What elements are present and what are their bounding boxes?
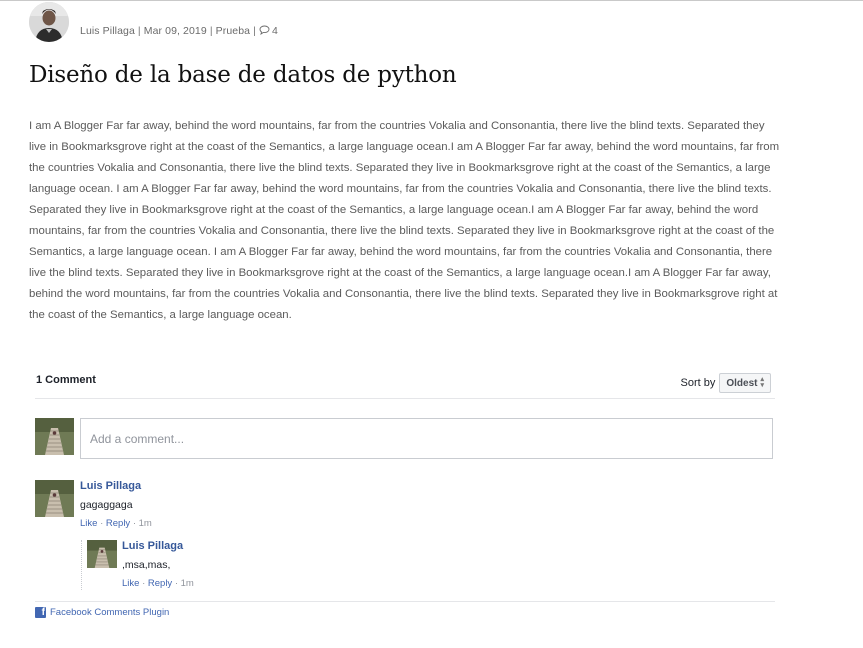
commenter-name[interactable]: Luis Pillaga	[80, 480, 141, 492]
plugin-footer-divider	[35, 601, 775, 602]
speech-bubble-icon	[259, 25, 270, 36]
reply-link[interactable]: Reply	[148, 578, 172, 589]
reply-thread-line	[81, 540, 83, 590]
action-separator: ·	[100, 518, 104, 529]
post-title: Diseño de la base de datos de python	[29, 62, 457, 88]
comment-text: gagaggaga	[80, 499, 133, 511]
facebook-logo-icon: f	[35, 607, 46, 618]
action-separator: ·	[132, 518, 136, 529]
post-body: I am A Blogger Far far away, behind the …	[29, 120, 780, 321]
commenter-avatar[interactable]	[35, 480, 74, 517]
commenter-avatar[interactable]	[87, 540, 117, 568]
action-separator: ·	[174, 578, 178, 589]
comment-actions: Like · Reply · 1m	[80, 518, 152, 529]
post-meta: Luis Pillaga | Mar 09, 2019 | Prueba | 4	[80, 25, 278, 37]
stairs-photo	[35, 418, 74, 455]
stairs-photo	[87, 540, 117, 568]
comment-count-label: 1 Comment	[36, 374, 96, 386]
post-comment-count: 4	[271, 25, 278, 37]
stairs-photo	[35, 480, 74, 517]
comment-input[interactable]: Add a comment...	[80, 418, 773, 459]
author-photo	[29, 2, 69, 42]
updown-arrows-icon: ▴ ▾	[760, 376, 764, 389]
user-avatar	[35, 418, 74, 455]
like-link[interactable]: Like	[122, 578, 139, 589]
sort-value: Oldest	[726, 377, 758, 389]
sort-select[interactable]: Oldest ▴ ▾	[719, 373, 771, 393]
plugin-footer[interactable]: f Facebook Comments Plugin	[35, 607, 169, 618]
meta-separator: |	[209, 25, 213, 37]
sort-control: Sort by Oldest ▴ ▾	[680, 373, 771, 393]
meta-separator: |	[253, 25, 256, 37]
post-category-link[interactable]: Prueba	[216, 25, 250, 37]
comment-text: ,msa,mas,	[122, 559, 171, 571]
comment-time[interactable]: 1m	[181, 578, 194, 589]
like-link[interactable]: Like	[80, 518, 97, 529]
top-divider	[0, 0, 863, 1]
post-date: Mar 09, 2019	[143, 25, 207, 37]
sort-label: Sort by	[680, 377, 716, 389]
commenter-name[interactable]: Luis Pillaga	[122, 540, 183, 552]
reply-link[interactable]: Reply	[106, 518, 130, 529]
author-avatar[interactable]	[29, 2, 69, 42]
post-comments-link[interactable]: 4	[259, 25, 278, 37]
comments-header: 1 Comment Sort by Oldest ▴ ▾	[35, 368, 775, 399]
meta-separator: |	[137, 25, 141, 37]
plugin-footer-label[interactable]: Facebook Comments Plugin	[50, 607, 169, 618]
action-separator: ·	[142, 578, 146, 589]
comment-actions: Like · Reply · 1m	[122, 578, 194, 589]
comment-time[interactable]: 1m	[139, 518, 152, 529]
facebook-comments-plugin: 1 Comment Sort by Oldest ▴ ▾	[35, 368, 775, 399]
post-author-link[interactable]: Luis Pillaga	[80, 25, 135, 37]
